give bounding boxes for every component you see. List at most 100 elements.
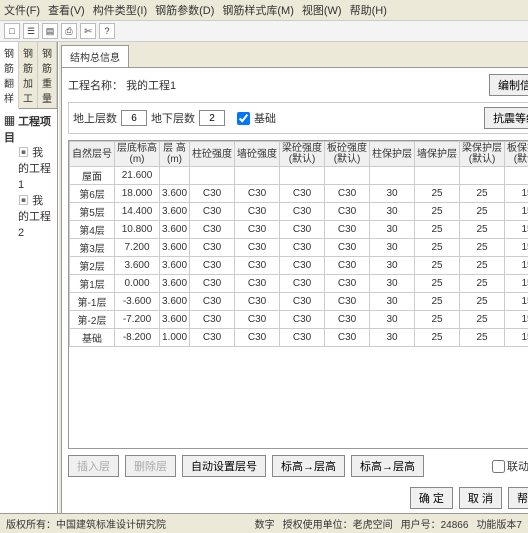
table-cell[interactable]: 25: [460, 203, 505, 221]
table-cell[interactable]: 25: [415, 203, 460, 221]
table-cell[interactable]: 25: [460, 329, 505, 347]
table-cell[interactable]: C30: [280, 275, 325, 293]
table-cell[interactable]: C30: [280, 203, 325, 221]
table-cell[interactable]: -7.200: [115, 311, 160, 329]
table-cell[interactable]: 25: [415, 311, 460, 329]
table-cell[interactable]: 3.600: [115, 257, 160, 275]
table-row[interactable]: 第3层7.2003.600C30C30C30C3030252515: [70, 239, 528, 257]
table-cell[interactable]: 第2层: [70, 257, 115, 275]
table-cell[interactable]: 第6层: [70, 185, 115, 203]
table-cell[interactable]: 基础: [70, 329, 115, 347]
table-cell[interactable]: 30: [370, 221, 415, 239]
table-cell[interactable]: 第-2层: [70, 311, 115, 329]
table-cell[interactable]: C30: [280, 239, 325, 257]
table-cell[interactable]: C30: [325, 239, 370, 257]
table-cell[interactable]: 3.600: [160, 275, 190, 293]
table-cell[interactable]: 25: [415, 329, 460, 347]
table-cell[interactable]: 15: [505, 293, 528, 311]
table-cell[interactable]: 0.000: [115, 275, 160, 293]
table-cell[interactable]: C30: [190, 239, 235, 257]
menu-item[interactable]: 视图(W): [302, 5, 342, 17]
toolbar-open-icon[interactable]: ☰: [23, 23, 39, 39]
table-cell[interactable]: C30: [325, 329, 370, 347]
column-header[interactable]: 板保护层(默认): [505, 142, 528, 167]
table-cell[interactable]: 25: [415, 185, 460, 203]
table-cell[interactable]: 3.600: [160, 185, 190, 203]
table-cell[interactable]: [505, 167, 528, 185]
table-cell[interactable]: 30: [370, 293, 415, 311]
table-cell[interactable]: 7.200: [115, 239, 160, 257]
table-row[interactable]: 第4层10.8003.600C30C30C30C3030252515: [70, 221, 528, 239]
menu-item[interactable]: 帮助(H): [350, 5, 387, 17]
left-tab[interactable]: 钢筋翻样: [0, 42, 19, 109]
toolbar-help-icon[interactable]: ?: [99, 23, 115, 39]
table-cell[interactable]: C30: [235, 275, 280, 293]
table-cell[interactable]: 15: [505, 311, 528, 329]
table-cell[interactable]: 30: [370, 203, 415, 221]
table-cell[interactable]: 3.600: [160, 293, 190, 311]
column-header[interactable]: 墙保护层: [415, 142, 460, 167]
table-cell[interactable]: 25: [460, 293, 505, 311]
table-cell[interactable]: 25: [415, 239, 460, 257]
table-cell[interactable]: 3.600: [160, 221, 190, 239]
table-cell[interactable]: C30: [280, 293, 325, 311]
table-cell[interactable]: 25: [415, 221, 460, 239]
table-cell[interactable]: [280, 167, 325, 185]
auto-number-button[interactable]: 自动设置层号: [182, 455, 266, 477]
table-cell[interactable]: 3.600: [160, 257, 190, 275]
table-cell[interactable]: [370, 167, 415, 185]
table-cell[interactable]: -3.600: [115, 293, 160, 311]
table-cell[interactable]: C30: [280, 257, 325, 275]
table-cell[interactable]: [190, 167, 235, 185]
table-cell[interactable]: 3.600: [160, 203, 190, 221]
table-cell[interactable]: 25: [415, 293, 460, 311]
table-cell[interactable]: 第5层: [70, 203, 115, 221]
foundation-checkbox[interactable]: [237, 112, 250, 125]
table-cell[interactable]: 30: [370, 275, 415, 293]
table-cell[interactable]: C30: [190, 221, 235, 239]
delete-floor-button[interactable]: 删除层: [125, 455, 176, 477]
table-cell[interactable]: 25: [460, 221, 505, 239]
table-cell[interactable]: [325, 167, 370, 185]
table-cell[interactable]: 25: [460, 275, 505, 293]
column-header[interactable]: 墙砼强度: [235, 142, 280, 167]
table-cell[interactable]: 14.400: [115, 203, 160, 221]
help-button[interactable]: 帮 助: [508, 487, 528, 509]
insert-floor-button[interactable]: 插入层: [68, 455, 119, 477]
table-cell[interactable]: C30: [235, 203, 280, 221]
table-cell[interactable]: C30: [235, 329, 280, 347]
toolbar-save-icon[interactable]: ▤: [42, 23, 58, 39]
table-cell[interactable]: 30: [370, 257, 415, 275]
table-row[interactable]: 第1层0.0003.600C30C30C30C3030252515: [70, 275, 528, 293]
table-cell[interactable]: C30: [280, 185, 325, 203]
table-cell[interactable]: 15: [505, 221, 528, 239]
table-cell[interactable]: C30: [235, 293, 280, 311]
menu-item[interactable]: 查看(V): [48, 5, 85, 17]
table-row[interactable]: 屋面21.600: [70, 167, 528, 185]
table-cell[interactable]: C30: [325, 185, 370, 203]
table-row[interactable]: 基础-8.2001.000C30C30C30C3030252515: [70, 329, 528, 347]
table-cell[interactable]: C30: [325, 275, 370, 293]
elev-to-height-button-1[interactable]: 标高→层高: [272, 455, 345, 477]
table-cell[interactable]: C30: [190, 203, 235, 221]
table-cell[interactable]: [160, 167, 190, 185]
toolbar-cut-icon[interactable]: ✄: [80, 23, 96, 39]
tree-root[interactable]: 工程项目: [4, 113, 53, 145]
table-cell[interactable]: C30: [190, 275, 235, 293]
table-cell[interactable]: C30: [280, 329, 325, 347]
table-cell[interactable]: 第-1层: [70, 293, 115, 311]
table-row[interactable]: 第-1层-3.6003.600C30C30C30C3030252515: [70, 293, 528, 311]
column-header[interactable]: 梁砼强度(默认): [280, 142, 325, 167]
seismic-button[interactable]: 抗震等级: [484, 107, 528, 129]
column-header[interactable]: 柱保护层: [370, 142, 415, 167]
floor-table[interactable]: 自然层号层底标高(m)层 高(m)柱砼强度墙砼强度梁砼强度(默认)板砼强度(默认…: [69, 141, 528, 347]
tab-structure-info[interactable]: 结构总信息: [61, 45, 129, 67]
table-cell[interactable]: C30: [190, 293, 235, 311]
tree-node[interactable]: 我的工程1: [4, 145, 53, 193]
table-cell[interactable]: 25: [460, 239, 505, 257]
table-cell[interactable]: C30: [235, 311, 280, 329]
left-tab[interactable]: 钢筋重量: [38, 42, 57, 108]
table-cell[interactable]: 15: [505, 203, 528, 221]
menu-item[interactable]: 文件(F): [4, 5, 40, 17]
table-cell[interactable]: C30: [280, 221, 325, 239]
